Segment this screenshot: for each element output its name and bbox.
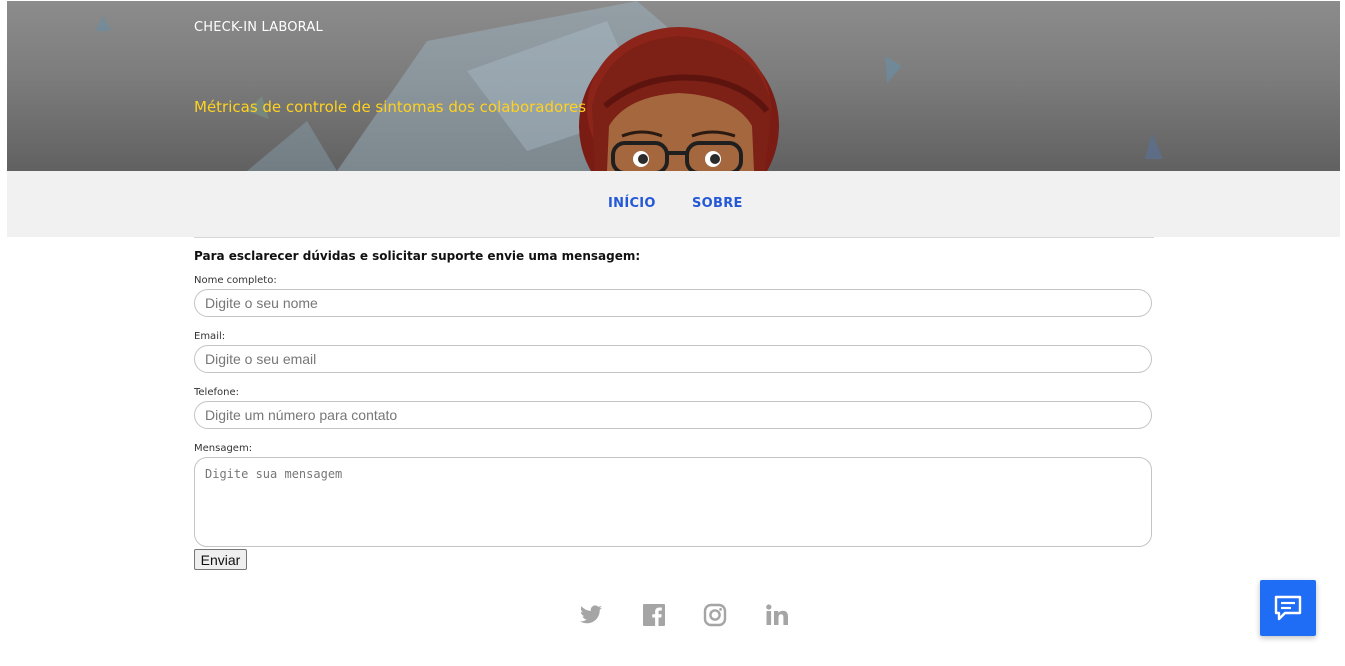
email-input[interactable] (194, 345, 1152, 373)
send-button[interactable]: Enviar (194, 549, 247, 570)
nav-divider (194, 237, 1154, 238)
nav-link-inicio[interactable]: INÍCIO (608, 196, 656, 211)
nav-link-sobre[interactable]: SOBRE (692, 196, 743, 211)
chat-icon (1274, 595, 1302, 621)
linkedin-icon[interactable] (765, 603, 789, 627)
name-input[interactable] (194, 289, 1152, 317)
main-nav: INÍCIO SOBRE (7, 171, 1340, 237)
site-subtitle: Métricas de controle de sintomas dos col… (194, 98, 587, 116)
facebook-icon[interactable] (642, 603, 666, 627)
form-heading: Para esclarecer dúvidas e solicitar supo… (194, 249, 641, 263)
phone-label: Telefone: (194, 387, 239, 398)
message-label: Mensagem: (194, 443, 253, 454)
chat-widget-button[interactable] (1260, 580, 1316, 636)
twitter-icon[interactable] (579, 603, 603, 627)
name-label: Nome completo: (194, 275, 277, 286)
message-textarea[interactable] (194, 457, 1152, 547)
email-label: Email: (194, 331, 226, 342)
header-banner: CHECK-IN LABORAL Métricas de controle de… (7, 1, 1340, 171)
phone-input[interactable] (194, 401, 1152, 429)
site-title: CHECK-IN LABORAL (194, 20, 323, 35)
instagram-icon[interactable] (703, 603, 727, 627)
